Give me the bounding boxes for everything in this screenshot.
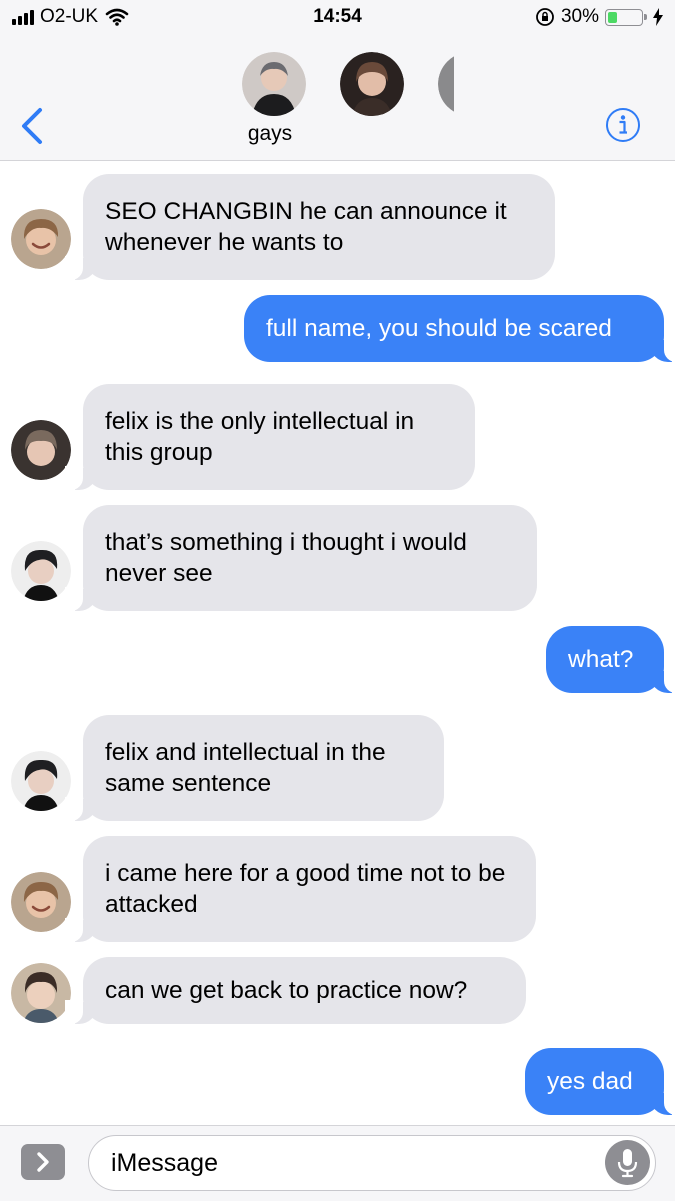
microphone-icon [617,1149,638,1178]
apps-button[interactable] [21,1144,65,1180]
info-button[interactable] [605,107,641,143]
conversation-header: gays [0,36,675,161]
message-bubble-incoming[interactable]: i came here for a good time not to be at… [65,836,536,942]
status-right: 30% [535,6,663,28]
avatar [11,541,71,601]
avatar [11,751,71,811]
group-avatars[interactable] [242,52,454,118]
message-input[interactable]: iMessage [88,1135,656,1191]
orientation-lock-icon [536,8,554,26]
status-bar: O2-UK 14:54 30% [0,0,675,36]
avatar [11,963,71,1023]
avatar [11,420,71,480]
avatar [340,52,404,116]
message-bubble-incoming[interactable]: felix is the only intellectual in this g… [65,384,475,490]
chevron-left-icon [22,108,42,144]
message-bubble-incoming[interactable]: felix and intellectual in the same sente… [65,715,444,821]
back-button[interactable] [18,106,48,146]
chevron-right-icon [37,1152,49,1172]
avatar [11,872,71,932]
group-name[interactable]: gays [210,122,330,146]
message-bubble-outgoing[interactable]: full name, you should be scared [244,295,675,362]
message-bubble-outgoing[interactable]: what? [546,626,675,693]
avatar [11,209,71,269]
battery-icon [605,8,647,26]
message-bubble-incoming[interactable]: that’s something i thought i would never… [65,505,537,611]
message-bubble-incoming[interactable]: can we get back to practice now? [65,957,526,1024]
info-icon [606,108,640,142]
compose-bar: iMessage [0,1125,675,1201]
message-bubble-incoming[interactable]: SEO CHANGBIN he can announce it whenever… [65,174,555,280]
message-bubble-outgoing[interactable]: yes dad [525,1048,675,1115]
avatar [242,52,306,116]
battery-percent: 30% [560,6,599,27]
message-input-placeholder: iMessage [111,1149,218,1177]
charging-bolt-icon [653,8,663,26]
dictation-button[interactable] [605,1140,650,1185]
message-list[interactable]: SEO CHANGBIN he can announce it whenever… [0,160,675,1125]
avatar [438,56,454,112]
